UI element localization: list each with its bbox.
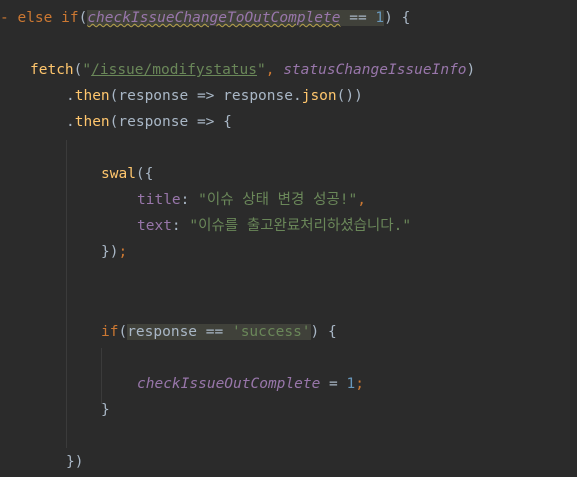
code-token: , (357, 192, 366, 208)
code-token: "이슈를 출고완료처리하셨습니다." (189, 218, 412, 234)
code-token: , (265, 62, 284, 78)
code-editor[interactable]: - else if(checkIssueChangeToOutComplete … (0, 0, 577, 477)
code-token: ; (118, 244, 128, 260)
code-token: ({ (135, 166, 154, 182)
code-token: . (66, 88, 75, 104)
code-line[interactable]: }) (66, 451, 83, 473)
code-token: ()) (336, 88, 363, 104)
code-token: text (137, 218, 172, 234)
code-token: (response => response. (109, 88, 302, 104)
code-token: " (257, 62, 266, 78)
code-token: "이슈 상태 변경 성공!" (198, 192, 358, 208)
code-line[interactable]: title: "이슈 상태 변경 성공!", (137, 189, 366, 211)
code-token: swal (101, 166, 136, 182)
code-token: 1 (346, 376, 356, 392)
code-token: : (180, 192, 199, 208)
code-token: response == (127, 324, 232, 340)
code-line[interactable]: swal({ (101, 163, 153, 185)
code-token: title (137, 192, 181, 208)
code-line[interactable]: .then(response => { (66, 111, 232, 133)
code-token: 1 (375, 10, 385, 26)
code-token: . (66, 114, 75, 130)
code-token: then (74, 114, 110, 130)
code-token: fetch (30, 62, 74, 78)
code-line[interactable]: }); (101, 241, 127, 263)
code-token: json (301, 88, 337, 104)
code-token: ) (466, 62, 476, 78)
code-line[interactable]: if(response == 'success') { (101, 321, 337, 343)
code-token: ( (118, 324, 128, 340)
code-token: ) { (384, 10, 411, 26)
code-token: ) { (310, 324, 337, 340)
code-line[interactable]: - else if(checkIssueChangeToOutComplete … (0, 7, 410, 29)
indent-guide (101, 348, 102, 404)
code-token: : (171, 218, 190, 234)
code-line[interactable]: .then(response => response.json()) (66, 85, 363, 107)
code-token: checkIssueOutComplete (137, 376, 321, 392)
code-token: = (320, 376, 347, 392)
code-token: ; (355, 376, 364, 392)
code-token: " (82, 62, 92, 78)
code-token: } (101, 402, 110, 418)
code-token: }) (101, 244, 119, 260)
code-line[interactable]: fetch("/issue/modifystatus", statusChang… (30, 59, 475, 81)
code-token: checkIssueChangeToOutComplete (87, 10, 341, 26)
code-line[interactable]: } (101, 399, 110, 421)
indent-guide (66, 140, 67, 448)
code-token: }) (66, 454, 84, 470)
code-token: else if (17, 10, 79, 26)
code-token: 'success' (231, 324, 311, 340)
code-line[interactable]: text: "이슈를 출고완료처리하셨습니다." (137, 215, 411, 237)
code-token: /issue/modifystatus (91, 62, 257, 78)
code-token: ( (78, 10, 88, 26)
code-token: == (340, 10, 376, 26)
code-token: if (101, 324, 119, 340)
code-token: (response => { (109, 114, 232, 130)
code-line[interactable]: checkIssueOutComplete = 1; (137, 373, 364, 395)
code-token: - (0, 10, 18, 26)
code-token: then (74, 88, 110, 104)
code-token: statusChangeIssueInfo (283, 62, 467, 78)
